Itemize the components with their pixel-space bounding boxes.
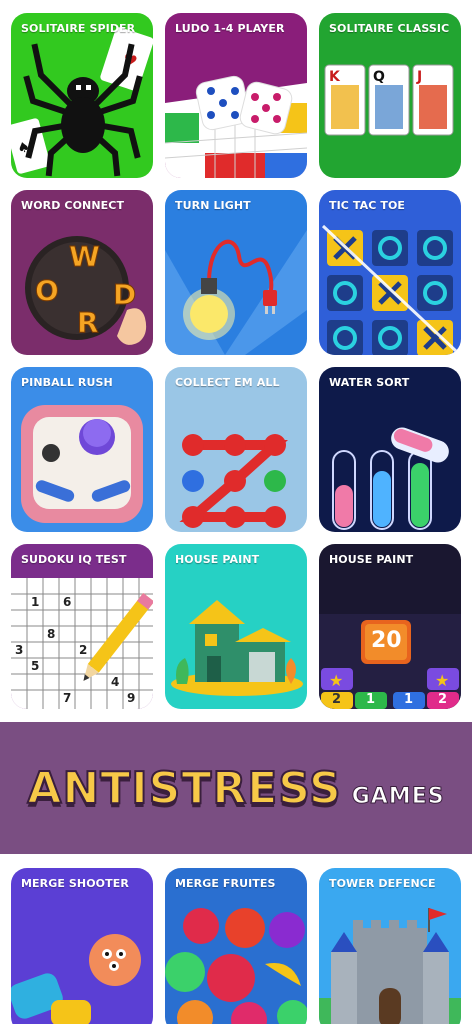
- sudoku-digit: 4: [111, 675, 119, 689]
- game-grid-top: ♥ ♠ SOLITAIRE SPIDER LUDO 1-4 PLAYER K Q…: [11, 13, 461, 709]
- svg-text:Q: Q: [373, 69, 385, 85]
- sudoku-digit: 8: [47, 627, 55, 641]
- blocks-art: ★ ★ 20 2 1 1 2: [319, 544, 461, 709]
- game-tile-solitaire-spider[interactable]: ♥ ♠ SOLITAIRE SPIDER: [11, 13, 153, 178]
- svg-text:J: J: [416, 69, 422, 85]
- game-grid-bottom: MERGE SHOOTER MERGE FRUITES TOWER DEFENC…: [11, 868, 461, 1024]
- pinball-rush-art: [11, 367, 153, 532]
- banner-subtitle: GAMES: [351, 783, 445, 809]
- tile-title: LUDO 1-4 PLAYER: [175, 22, 285, 35]
- tile-title: WORD CONNECT: [21, 199, 125, 212]
- svg-text:K: K: [329, 69, 341, 85]
- svg-text:★: ★: [329, 671, 343, 690]
- game-tile-house-paint-blocks[interactable]: ★ ★ 20 2 1 1 2 HOUSE PAINT: [319, 544, 461, 709]
- word-connect-art: W O R D: [11, 190, 153, 355]
- game-tile-water-sort[interactable]: WATER SORT: [319, 367, 461, 532]
- banner-title: ANTISTRESS: [26, 762, 342, 815]
- tile-title: COLLECT EM ALL: [175, 376, 280, 389]
- sudoku-digit: 7: [63, 691, 71, 705]
- tile-title: WATER SORT: [329, 376, 410, 389]
- block-label: 2: [438, 692, 448, 707]
- tile-title: MERGE FRUITES: [175, 877, 276, 890]
- sudoku-digit: 3: [15, 643, 23, 657]
- collect-em-all-art: [165, 367, 307, 532]
- house-paint-art: [165, 544, 307, 709]
- tile-title: SUDOKU IQ TEST: [21, 553, 127, 566]
- block-20-label: 20: [371, 628, 402, 653]
- ludo-art: [165, 13, 307, 178]
- game-tile-collect-em-all[interactable]: COLLECT EM ALL: [165, 367, 307, 532]
- svg-text:★: ★: [435, 671, 449, 690]
- word-letter-w: W: [69, 240, 101, 274]
- game-tile-solitaire-classic[interactable]: K Q J SOLITAIRE CLASSIC: [319, 13, 461, 178]
- turn-light-art: [165, 190, 307, 355]
- solitaire-spider-art: ♥ ♠: [11, 13, 153, 178]
- game-tile-sudoku-iq-test[interactable]: 1 6 8 3 2 5 4 7 9 SUDOKU IQ TEST: [11, 544, 153, 709]
- sudoku-digit: 2: [79, 643, 87, 657]
- block-label: 1: [366, 692, 376, 707]
- game-tile-tower-defence[interactable]: TOWER DEFENCE: [319, 868, 461, 1024]
- tile-title: MERGE SHOOTER: [21, 877, 129, 890]
- tile-title: SOLITAIRE CLASSIC: [329, 22, 450, 35]
- sudoku-digit: 5: [31, 659, 39, 673]
- block-label: 2: [332, 692, 342, 707]
- solitaire-classic-art: K Q J: [319, 13, 461, 178]
- tile-title: HOUSE PAINT: [329, 553, 414, 566]
- tile-title: SOLITAIRE SPIDER: [21, 22, 136, 35]
- merge-shooter-art: [11, 868, 153, 1024]
- sudoku-digit: 9: [127, 691, 135, 705]
- sudoku-digit: 1: [31, 595, 39, 609]
- tile-title: PINBALL RUSH: [21, 376, 113, 389]
- water-sort-art: [319, 367, 461, 532]
- game-tile-word-connect[interactable]: W O R D WORD CONNECT: [11, 190, 153, 355]
- block-label: 1: [404, 692, 414, 707]
- game-tile-house-paint[interactable]: HOUSE PAINT: [165, 544, 307, 709]
- antistress-banner: ANTISTRESS GAMES: [0, 722, 472, 854]
- game-tile-ludo[interactable]: LUDO 1-4 PLAYER: [165, 13, 307, 178]
- merge-fruites-art: [165, 868, 307, 1024]
- tower-defence-art: [319, 868, 461, 1024]
- sudoku-art: 1 6 8 3 2 5 4 7 9: [11, 544, 153, 709]
- game-tile-turn-light[interactable]: TURN LIGHT: [165, 190, 307, 355]
- word-letter-d: D: [112, 278, 137, 312]
- sudoku-digit: 6: [63, 595, 71, 609]
- word-letter-r: R: [77, 306, 100, 340]
- tile-title: TURN LIGHT: [175, 199, 251, 212]
- game-tile-merge-shooter[interactable]: MERGE SHOOTER: [11, 868, 153, 1024]
- word-letter-o: O: [35, 274, 60, 308]
- tile-title: TOWER DEFENCE: [329, 877, 436, 890]
- tic-tac-toe-art: [319, 190, 461, 355]
- tile-title: HOUSE PAINT: [175, 553, 260, 566]
- game-tile-tic-tac-toe[interactable]: TIC TAC TOE: [319, 190, 461, 355]
- game-tile-merge-fruites[interactable]: MERGE FRUITES: [165, 868, 307, 1024]
- tile-title: TIC TAC TOE: [329, 199, 406, 212]
- game-tile-pinball-rush[interactable]: PINBALL RUSH: [11, 367, 153, 532]
